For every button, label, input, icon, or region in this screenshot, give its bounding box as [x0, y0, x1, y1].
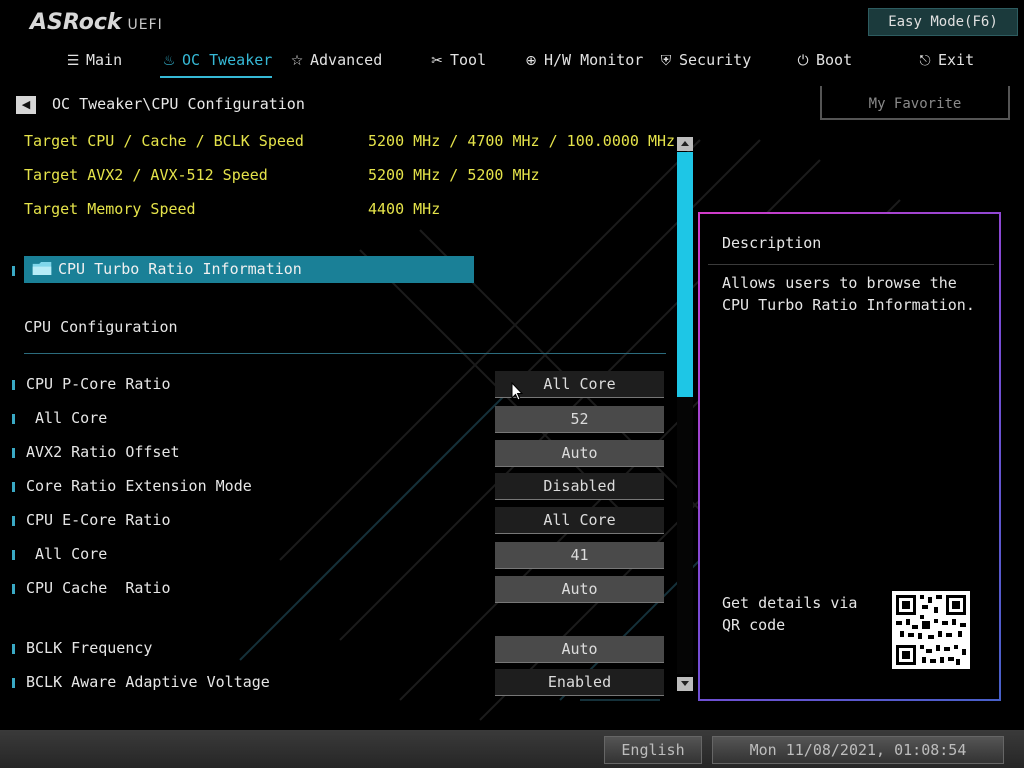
- tab-boot[interactable]: ⏻ Boot: [794, 46, 852, 76]
- target-cpu-label: Target CPU / Cache / BCLK Speed: [24, 132, 304, 150]
- tab-label: Main: [86, 51, 123, 69]
- tab-exit[interactable]: ⎋ Exit: [916, 46, 974, 76]
- description-panel: Description Allows users to browse the C…: [698, 212, 1001, 701]
- turbo-item-label: CPU Turbo Ratio Information: [58, 260, 302, 278]
- brand-text: ASRock: [30, 10, 122, 35]
- avx2-ratio-offset-input[interactable]: Auto: [495, 440, 664, 467]
- scroll-down-button[interactable]: [677, 677, 693, 691]
- item-marker: [12, 516, 15, 526]
- description-divider: [708, 264, 994, 265]
- back-arrow-icon: ◀: [21, 98, 31, 111]
- breadcrumb: OC Tweaker\CPU Configuration: [52, 95, 305, 113]
- cpu-cache-ratio-input[interactable]: Auto: [495, 576, 664, 603]
- back-button[interactable]: ◀: [16, 96, 36, 114]
- uefi-text: UEFI: [127, 17, 163, 33]
- star-icon: ☆: [290, 53, 304, 69]
- cpu-cache-ratio-label[interactable]: CPU Cache Ratio: [26, 579, 171, 597]
- language-button[interactable]: English: [604, 736, 702, 764]
- folder-icon: [32, 262, 52, 275]
- item-marker: [12, 644, 15, 654]
- bclk-aware-adaptive-voltage-select[interactable]: Enabled: [495, 669, 664, 696]
- section-title: CPU Configuration: [24, 318, 178, 336]
- item-marker: [12, 550, 15, 560]
- tab-main[interactable]: ☰ Main: [64, 46, 122, 76]
- power-icon: ⏻: [797, 53, 809, 69]
- qr-code-icon: [892, 591, 970, 669]
- target-avx-label: Target AVX2 / AVX-512 Speed: [24, 166, 268, 184]
- mouse-cursor-icon: [511, 382, 523, 401]
- tab-label: Advanced: [310, 51, 383, 69]
- core-ratio-extension-mode-select[interactable]: Disabled: [495, 473, 664, 500]
- scrollbar-thumb[interactable]: [677, 152, 693, 397]
- item-marker: [12, 266, 15, 276]
- bclk-frequency-input[interactable]: Auto: [495, 636, 664, 663]
- tab-oc-tweaker[interactable]: ♨ OC Tweaker: [160, 46, 273, 78]
- tools-icon: ✂: [431, 53, 443, 69]
- description-text: Allows users to browse the CPU Turbo Rat…: [722, 274, 975, 314]
- e-core-all-core-label[interactable]: All Core: [26, 545, 107, 563]
- qr-details-text: Get details via QR code: [722, 594, 858, 634]
- tab-label: H/W Monitor: [544, 51, 644, 69]
- avx2-ratio-offset-label[interactable]: AVX2 Ratio Offset: [26, 443, 180, 461]
- bclk-frequency-label[interactable]: BCLK Frequency: [26, 639, 152, 657]
- asrock-logo: ASRock UEFI: [30, 10, 163, 35]
- target-memory-value: 4400 MHz: [368, 200, 441, 218]
- item-marker: [12, 380, 15, 390]
- target-cpu-value: 5200 MHz / 4700 MHz / 100.0000 MHz: [368, 132, 676, 150]
- cpu-e-core-ratio-label[interactable]: CPU E-Core Ratio: [26, 511, 171, 529]
- item-marker: [12, 414, 15, 424]
- target-avx-value: 5200 MHz / 5200 MHz: [368, 166, 540, 184]
- cpu-e-core-ratio-select[interactable]: All Core: [495, 507, 664, 534]
- monitor-icon: ⊕: [525, 53, 537, 69]
- tab-label: Tool: [450, 51, 487, 69]
- cpu-turbo-ratio-information-item[interactable]: CPU Turbo Ratio Information: [24, 256, 474, 283]
- shield-icon: ⛨: [660, 53, 672, 69]
- main-tabs: ☰ Main ♨ OC Tweaker ☆ Advanced ✂ Tool ⊕ H/W M…: [0, 46, 1024, 78]
- item-marker: [12, 678, 15, 688]
- tab-label: OC Tweaker: [182, 51, 273, 69]
- core-ratio-extension-mode-label[interactable]: Core Ratio Extension Mode: [26, 477, 252, 495]
- item-marker: [12, 584, 15, 594]
- easy-mode-button[interactable]: Easy Mode(F6): [868, 8, 1018, 36]
- list-icon: ☰: [66, 53, 80, 69]
- e-core-all-core-input[interactable]: 41: [495, 542, 664, 569]
- datetime-display: Mon 11/08/2021, 01:08:54: [712, 736, 1004, 764]
- section-divider: [24, 353, 666, 354]
- tab-label: Security: [679, 51, 752, 69]
- flame-icon: ♨: [162, 53, 176, 69]
- item-marker: [12, 482, 15, 492]
- target-memory-label: Target Memory Speed: [24, 200, 196, 218]
- description-title: Description: [722, 234, 822, 252]
- scroll-up-button[interactable]: [677, 137, 693, 151]
- tab-label: Exit: [938, 51, 975, 69]
- bclk-aware-adaptive-voltage-label[interactable]: BCLK Aware Adaptive Voltage: [26, 673, 270, 691]
- tab-hw-monitor[interactable]: ⊕ H/W Monitor: [522, 46, 643, 76]
- p-core-all-core-input[interactable]: 52: [495, 406, 664, 433]
- p-core-all-core-label[interactable]: All Core: [26, 409, 107, 427]
- tab-security[interactable]: ⛨ Security: [657, 46, 752, 76]
- tab-tool[interactable]: ✂ Tool: [428, 46, 486, 76]
- cpu-p-core-ratio-label[interactable]: CPU P-Core Ratio: [26, 375, 171, 393]
- tab-label: Boot: [816, 51, 853, 69]
- tab-advanced[interactable]: ☆ Advanced: [288, 46, 383, 76]
- item-marker: [12, 448, 15, 458]
- exit-icon: ⎋: [919, 53, 931, 69]
- my-favorite-button[interactable]: My Favorite: [820, 86, 1010, 120]
